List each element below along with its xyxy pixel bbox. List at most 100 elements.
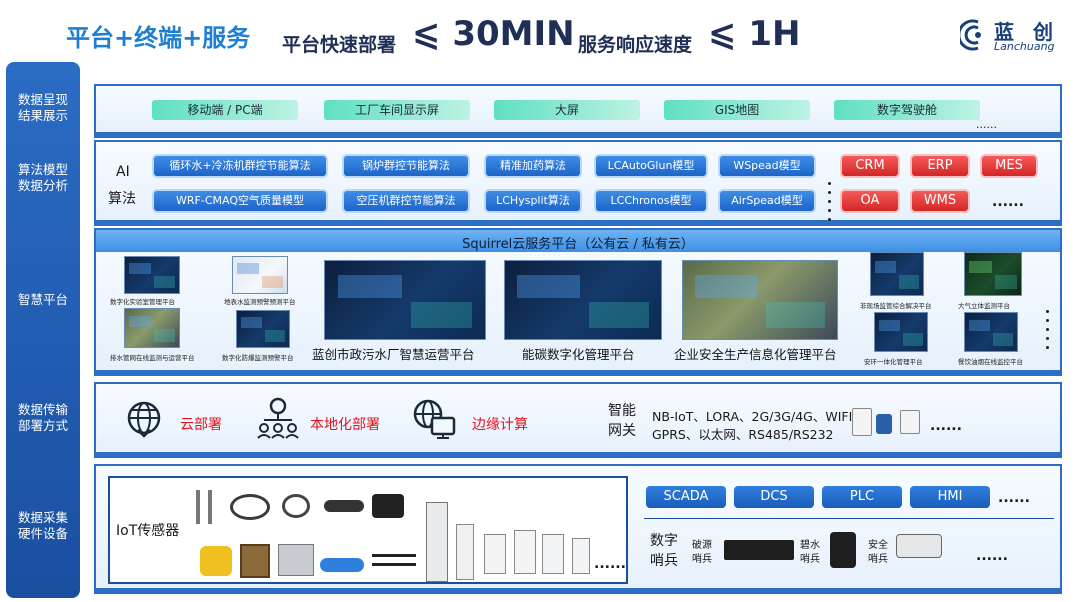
algo-boiler: 锅炉群控节能算法 [342, 154, 470, 178]
ai-label-line2: 算法 [108, 191, 136, 207]
thumb-ehs-platform [874, 312, 928, 352]
analyzer-box-4 [572, 538, 590, 574]
sentinel-1-line1: 破源 [692, 540, 712, 551]
display-gis-map: GIS地图 [664, 100, 810, 120]
sensor-drone [372, 554, 416, 566]
control-scada: SCADA [646, 486, 726, 508]
sentinel-label-line2: 哨兵 [650, 553, 678, 569]
sentinel-3-device [896, 534, 942, 558]
gateway-label-line1: 智能 [608, 403, 636, 419]
platform-title: Squirrel云服务平台（公有云 / 私有云） [462, 237, 694, 252]
protocols-line2: GPRS、以太网、RS485/RS232 [652, 427, 834, 442]
algorithm-layer-base [94, 222, 1062, 226]
sensor-ring [282, 494, 310, 518]
sidebar-label-platform: 智慧平台 [17, 292, 68, 307]
sensor-cable [230, 494, 270, 520]
controls-more: ...... [998, 490, 1030, 506]
display-more: ...... [976, 118, 997, 131]
gateway-device-2 [876, 414, 892, 434]
sensors-more: ...... [594, 556, 626, 572]
header: 平台+终端+服务 平台快速部署 ⩽ 30MIN 服务响应速度 ⩽ 1H 蓝 创 … [0, 0, 1080, 62]
transport-more: ...... [930, 418, 962, 434]
algo-dosing: 精准加药算法 [484, 154, 582, 178]
caption-explosion-proof: 数字化防爆监测预警平台 [222, 354, 294, 362]
display-factory-screen: 工厂车间显示屏 [324, 100, 470, 120]
lanchuang-logo: 蓝 创 Lanchuang [960, 14, 1070, 58]
model-wspead: WSpead模型 [718, 154, 816, 178]
protocols-line1: NB-IoT、LORA、2G/3G/4G、WIFI [652, 409, 853, 424]
thumb-offsite-supervision [870, 252, 924, 296]
sensor-station [278, 544, 314, 576]
sensor-probe-2 [208, 490, 212, 524]
sensor-boat [320, 558, 364, 572]
display-cockpit: 数字驾驶舱 [834, 100, 980, 120]
platform-layer: Squirrel云服务平台（公有云 / 私有云） 数字化实验室管理平台 地表水监… [94, 228, 1062, 372]
display-big-screen: 大屏 [494, 100, 640, 120]
system-mes: MES [980, 154, 1038, 178]
iot-sensor-label: IoT传感器 [116, 523, 180, 539]
sentinel-2-line2: 哨兵 [800, 554, 820, 565]
gateway-device-3 [900, 410, 920, 434]
sidebar-label-algorithm: 算法模型 数据分析 [17, 162, 68, 193]
sentinel-3-line1: 安全 [868, 540, 888, 551]
sensor-buoy [200, 546, 232, 576]
algo-cooling-chiller: 循环水+冷冻机群控节能算法 [152, 154, 328, 178]
sensor-probe-1 [196, 490, 200, 524]
transport-layer-base [94, 454, 1062, 458]
org-chart-icon [257, 397, 299, 439]
caption-safety-production-platform: 企业安全生产信息化管理平台 [674, 347, 837, 362]
sentinel-label-line1: 数字 [650, 533, 678, 549]
sentinel-2-line1: 碧水 [800, 540, 820, 551]
control-hmi: HMI [910, 486, 990, 508]
thumb-catering-fume [964, 312, 1018, 352]
caption-ehs-platform: 安环一体化管理平台 [864, 358, 923, 366]
sidebar-label-transport: 数据传输 部署方式 [17, 402, 68, 433]
gateway-label-line2: 网关 [608, 423, 636, 439]
edge-computing-icon [413, 399, 456, 439]
sidebar-label-hardware: 数据采集 硬件设备 [17, 510, 68, 541]
caption-catering-fume: 餐饮油烟在线监控平台 [958, 358, 1023, 366]
gateway-device-1 [852, 408, 872, 436]
sensor-cylinder [324, 500, 364, 512]
layer-sidebar: 数据呈现 结果展示 算法模型 数据分析 智慧平台 数据传输 部署方式 数据采集 … [6, 62, 80, 598]
analyzer-cabinet-2 [456, 524, 474, 580]
sensor-cabinet [240, 544, 270, 578]
sentinel-1-line2: 哨兵 [692, 554, 712, 565]
control-plc: PLC [822, 486, 902, 508]
algorithm-layer: AI 算法 循环水+冷冻机群控节能算法 锅炉群控节能算法 精准加药算法 LCAu… [94, 140, 1062, 222]
caption-lab-platform: 数字化实验室管理平台 [110, 298, 175, 306]
platform-layer-base [94, 372, 1062, 376]
sentinels-more: ...... [976, 548, 1008, 564]
deploy-value: ⩽ 30MIN [412, 14, 575, 54]
display-layer-base [94, 134, 1062, 138]
sentinel-1-device [724, 540, 794, 560]
iot-sensor-box: IoT传感器 ...... [108, 476, 628, 584]
response-value: ⩽ 1H [708, 14, 801, 54]
analyzer-box-2 [514, 530, 536, 574]
hardware-divider [644, 518, 1054, 519]
display-layer: 移动端 / PC端 工厂车间显示屏 大屏 GIS地图 数字驾驶舱 ...... [94, 84, 1062, 134]
analyzer-cabinet-1 [426, 502, 448, 582]
mode-cloud-label: 云部署 [180, 417, 222, 433]
caption-sewage-plant-platform: 蓝创市政污水厂智慧运营平台 [312, 347, 475, 362]
caption-air-monitoring: 大气立体监测平台 [958, 302, 1010, 310]
response-label: 服务响应速度 [578, 34, 693, 56]
algo-air-compressor: 空压机群控节能算法 [342, 189, 470, 213]
platform-vertical-ellipsis [1046, 310, 1050, 355]
sentinel-3-line2: 哨兵 [868, 554, 888, 565]
sidebar-label-display: 数据呈现 结果展示 [17, 92, 68, 123]
logo-signal-icon [960, 19, 981, 51]
thumb-drainage-network [124, 308, 180, 348]
mode-edge-label: 边缘计算 [472, 417, 528, 433]
thumb-energy-carbon-platform [504, 260, 662, 340]
model-lcautoglun: LCAutoGlun模型 [594, 154, 708, 178]
thumb-sewage-plant-platform [324, 260, 486, 340]
thumb-surface-water [232, 256, 288, 294]
thumb-explosion-proof [236, 310, 290, 348]
systems-more: ...... [992, 194, 1024, 210]
sentinel-2-device [830, 532, 856, 568]
model-lcchronos: LCChronos模型 [594, 189, 708, 213]
caption-surface-water: 地表水监测预警预测平台 [224, 298, 296, 306]
sensor-camera [372, 494, 404, 518]
display-mobile-pc: 移动端 / PC端 [152, 100, 298, 120]
